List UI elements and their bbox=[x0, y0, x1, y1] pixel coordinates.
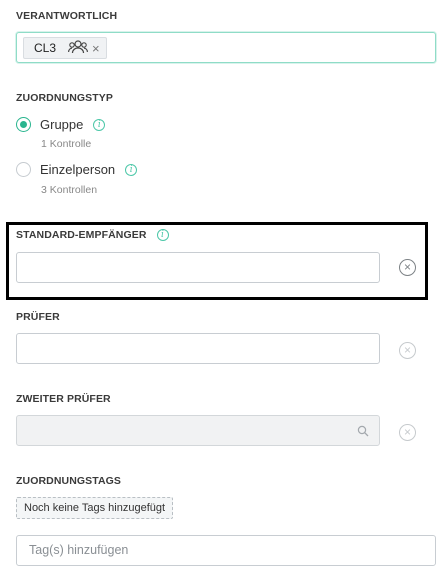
radio-group[interactable] bbox=[16, 117, 31, 132]
radio-group-label: Gruppe bbox=[40, 117, 84, 132]
clear-icon[interactable]: × bbox=[399, 259, 416, 276]
radio-group-sub: 1 Kontrolle bbox=[41, 138, 92, 150]
info-icon[interactable]: i bbox=[93, 118, 106, 131]
second-reviewer-input[interactable] bbox=[16, 415, 380, 446]
search-icon bbox=[357, 424, 369, 437]
responsible-chip: CL3 × bbox=[23, 37, 107, 59]
tags-input[interactable]: Tag(s) hinzufügen bbox=[16, 535, 436, 566]
second-reviewer-label: ZWEITER PRÜFER bbox=[16, 393, 111, 405]
info-icon[interactable]: i bbox=[156, 229, 169, 241]
default-recipient-label: STANDARD-EMPFÄNGER bbox=[16, 229, 147, 241]
info-icon[interactable]: i bbox=[125, 163, 138, 176]
reviewer-label: PRÜFER bbox=[16, 311, 60, 323]
default-recipient-input[interactable] bbox=[16, 252, 380, 283]
radio-individual-label: Einzelperson bbox=[40, 162, 116, 177]
assignment-type-label: ZUORDNUNGSTYP bbox=[16, 92, 113, 104]
default-recipient-header: STANDARD-EMPFÄNGER i bbox=[16, 229, 169, 241]
chip-remove-icon[interactable]: × bbox=[92, 41, 100, 56]
empty-tags-badge: Noch keine Tags hinzugefügt bbox=[16, 497, 174, 519]
clear-icon[interactable]: × bbox=[399, 342, 416, 359]
group-icon bbox=[68, 39, 88, 57]
reviewer-input[interactable] bbox=[16, 333, 380, 364]
chip-label: CL3 bbox=[34, 41, 57, 55]
clear-icon[interactable]: × bbox=[399, 424, 416, 441]
radio-option-group[interactable]: Gruppe i bbox=[16, 117, 106, 132]
radio-individual[interactable] bbox=[16, 162, 31, 177]
responsible-field[interactable]: CL3 × bbox=[16, 32, 436, 63]
tags-input-placeholder: Tag(s) hinzufügen bbox=[29, 543, 129, 557]
radio-option-individual[interactable]: Einzelperson i bbox=[16, 162, 138, 177]
responsible-label: VERANTWORTLICH bbox=[16, 10, 118, 22]
assignment-tags-label: ZUORDNUNGSTAGS bbox=[16, 475, 122, 487]
radio-individual-sub: 3 Kontrollen bbox=[41, 184, 98, 196]
